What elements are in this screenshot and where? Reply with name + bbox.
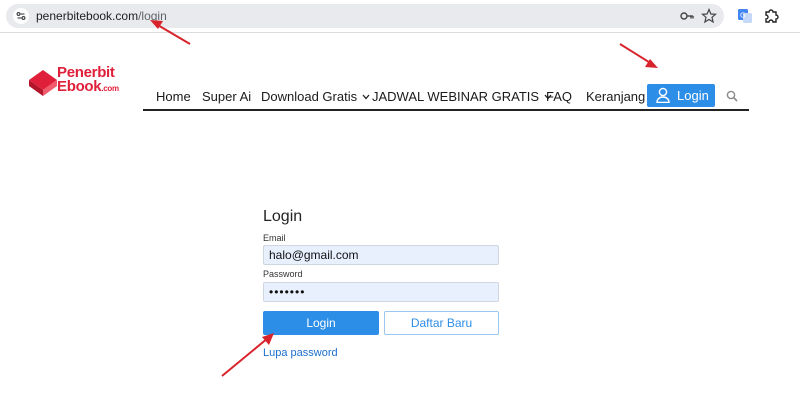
nav-item-label: Download Gratis (261, 89, 358, 104)
url-text[interactable]: penerbitebook.com/login (36, 9, 167, 23)
user-icon (656, 87, 670, 103)
chevron-down-icon (362, 94, 370, 100)
logo-suffix: .com (101, 84, 119, 93)
nav-item-super-ai[interactable]: Super Ai (202, 89, 251, 104)
toolbar-divider (0, 32, 800, 33)
nav-item-label: Home (156, 89, 191, 104)
password-label: Password (263, 269, 303, 279)
address-bar[interactable]: penerbitebook.com/login (6, 4, 724, 28)
logo-line2: Ebook (57, 78, 102, 95)
email-field[interactable] (263, 245, 499, 265)
site-logo[interactable]: Penerbit Ebook.com (27, 65, 127, 102)
arrow-to-header-login (619, 43, 658, 68)
main-nav: Home Super Ai Download Gratis JADWAL WEB… (143, 82, 749, 111)
nav-item-label: Keranjang (586, 89, 646, 104)
translate-icon[interactable]: G (737, 8, 753, 24)
nav-item-label: Super Ai (202, 89, 252, 104)
login-button[interactable]: Login (263, 311, 379, 335)
browser-toolbar: penerbitebook.com/login G (0, 0, 800, 33)
svg-text:G: G (740, 12, 745, 20)
nav-item-label: JADWAL WEBINAR GRATIS (372, 89, 540, 104)
nav-item-label: FAQ (546, 89, 573, 104)
extensions-icon[interactable] (763, 8, 779, 24)
search-icon[interactable] (726, 90, 738, 102)
annotation-arrows (150, 20, 658, 377)
url-path: /login (138, 9, 167, 23)
url-host: penerbitebook.com (36, 9, 139, 23)
key-icon[interactable] (679, 8, 695, 24)
logo-book-icon (29, 70, 57, 96)
logo-text: Penerbit Ebook.com (57, 65, 119, 96)
header-login-button[interactable]: Login (647, 84, 715, 107)
nav-item-home[interactable]: Home (156, 89, 191, 104)
nav-item-faq[interactable]: FAQ (546, 89, 572, 104)
site-info-icon[interactable] (13, 8, 29, 24)
nav-item-keranjang[interactable]: Keranjang (586, 89, 645, 104)
forgot-password-link[interactable]: Lupa password (263, 347, 338, 359)
password-field[interactable] (263, 282, 499, 302)
form-title: Login (263, 208, 303, 225)
nav-item-download-gratis[interactable]: Download Gratis (261, 89, 370, 104)
page: penerbitebook.com/login G Penerbit Ebook… (0, 0, 800, 400)
nav-item-jadwal-webinar[interactable]: JADWAL WEBINAR GRATIS (372, 89, 552, 104)
header-login-label: Login (677, 88, 709, 103)
register-button[interactable]: Daftar Baru (384, 311, 499, 335)
star-icon[interactable] (701, 8, 717, 24)
email-label: Email (263, 233, 286, 243)
